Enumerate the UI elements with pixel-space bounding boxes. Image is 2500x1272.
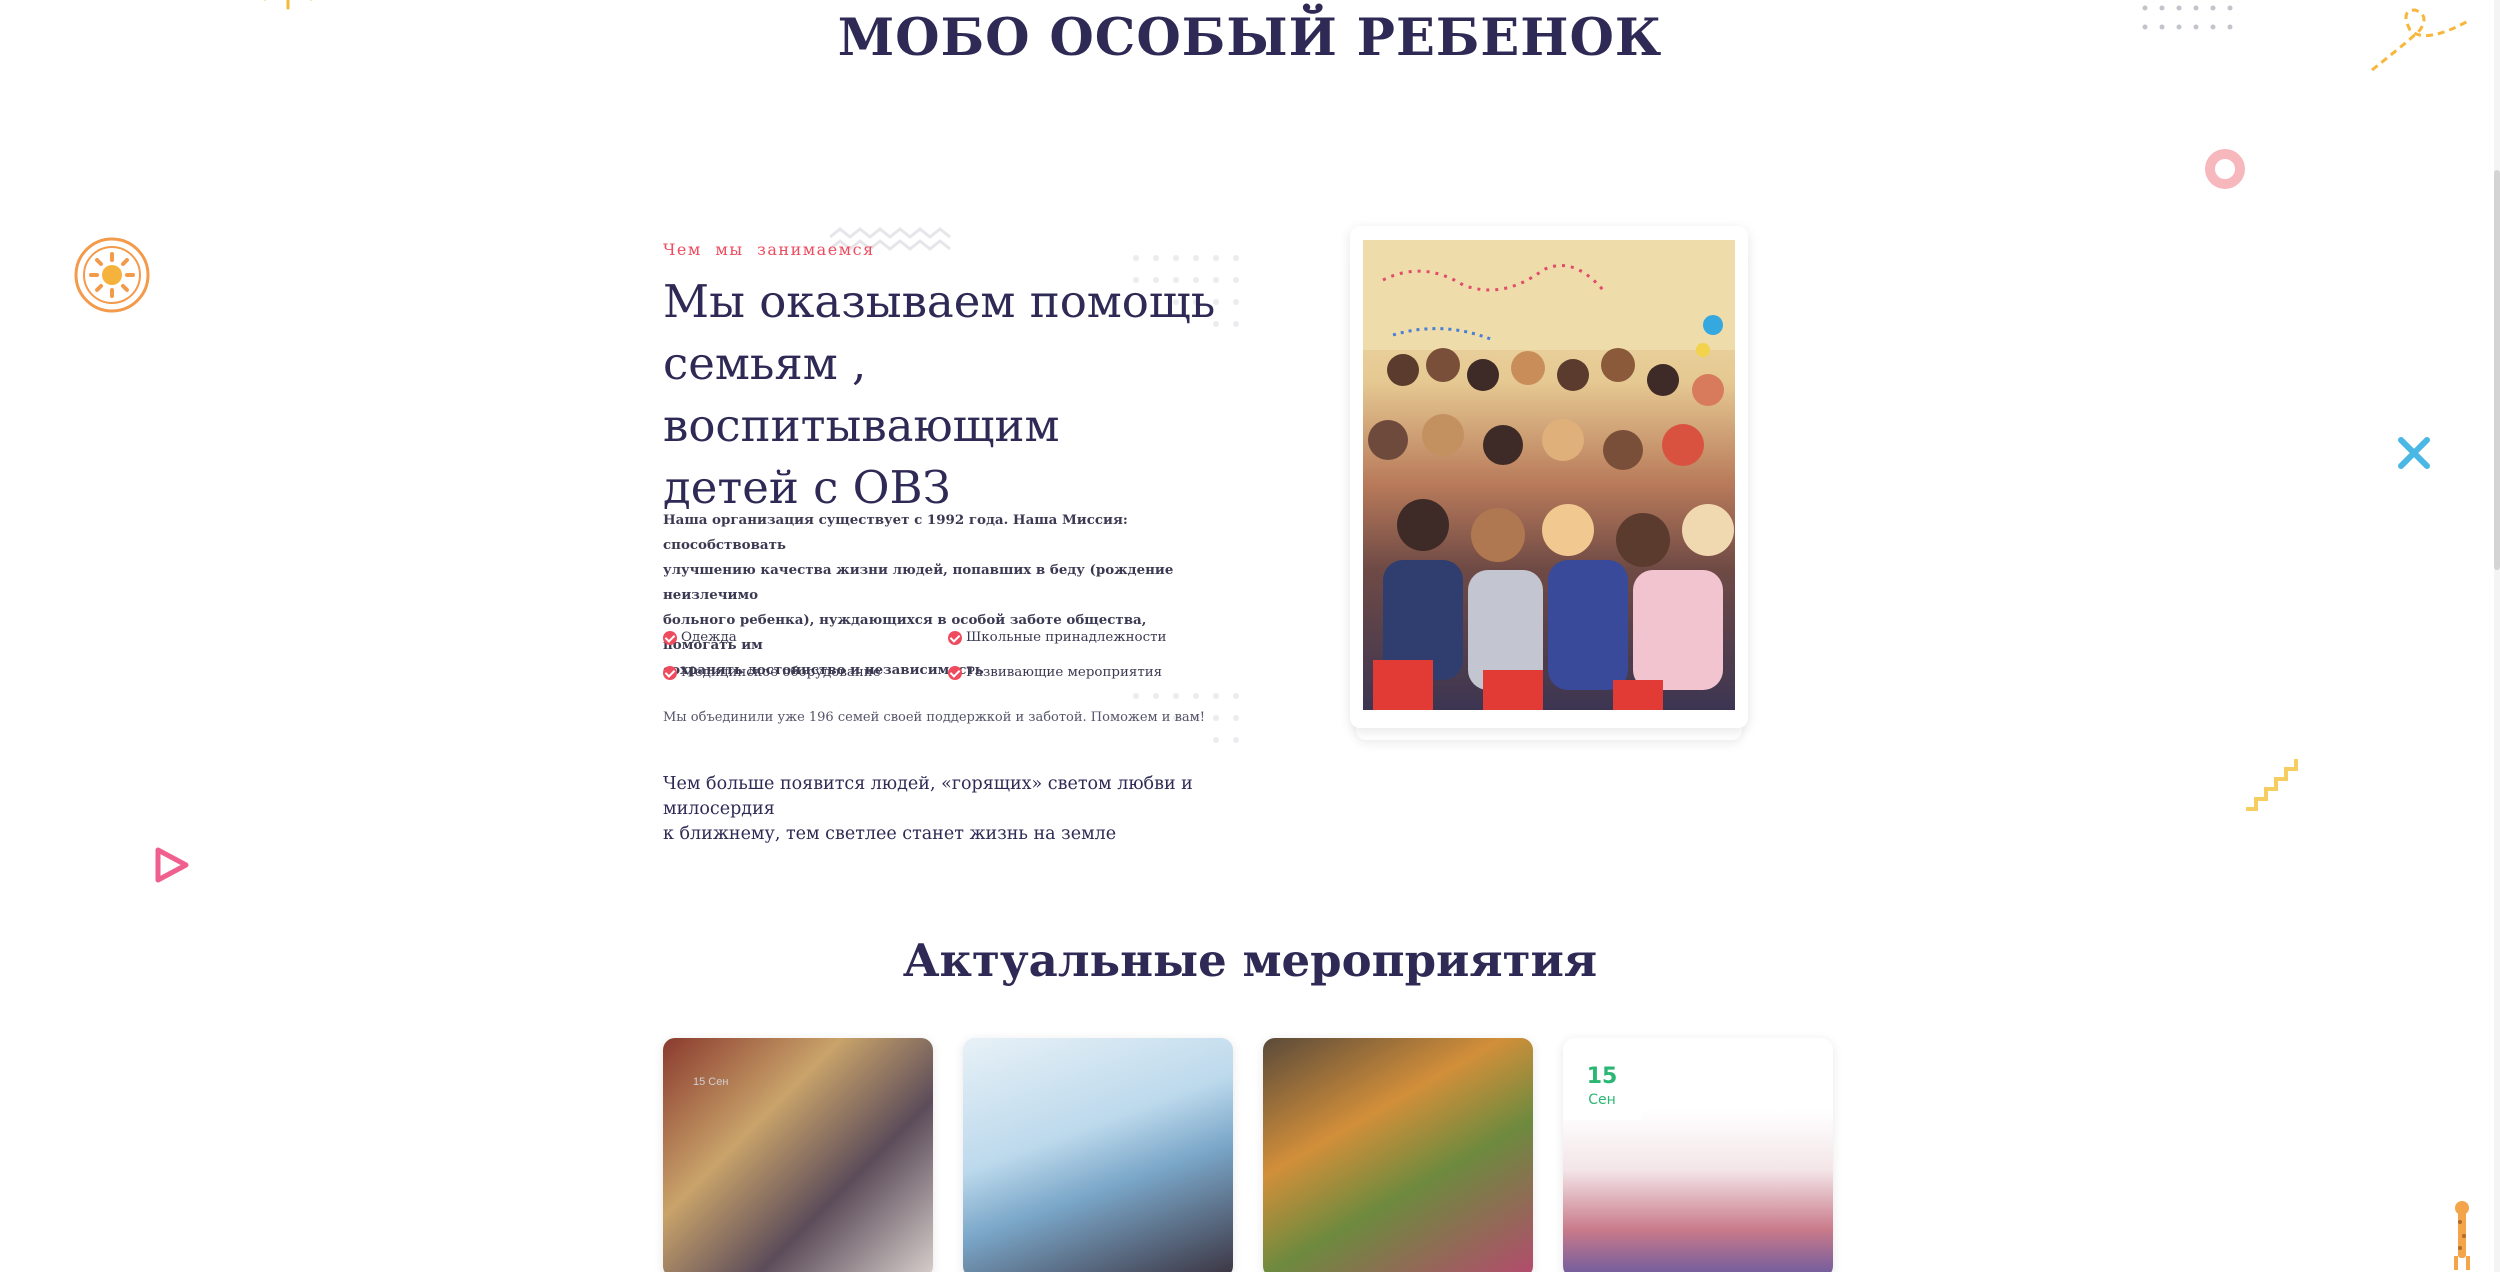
quote-line: Чем больше появится людей, «горящих» све… bbox=[663, 774, 1193, 819]
about-heading-line: Мы оказываем помощь bbox=[663, 275, 1216, 328]
mission-line: Наша организация существует с 1992 года.… bbox=[663, 512, 1128, 553]
children-audience-photo bbox=[1363, 240, 1735, 710]
events-title: Актуальные мероприятия bbox=[902, 934, 1598, 987]
event-photo-caption: 15 Сен bbox=[693, 1076, 729, 1088]
event-date-badge: 15 Сен bbox=[1563, 1060, 1641, 1120]
event-card[interactable] bbox=[1263, 1038, 1533, 1272]
zigzag-icon bbox=[2246, 759, 2298, 811]
about-heading-line: семьям , воспитывающим bbox=[663, 337, 1060, 452]
feature-label: Одежда bbox=[681, 630, 737, 645]
section-eyebrow: Чем мы занимаемся bbox=[663, 240, 875, 259]
dot-pattern-bottom-icon bbox=[1133, 693, 1239, 743]
support-text: Мы объединили уже 196 семей своей поддер… bbox=[663, 710, 1205, 725]
check-icon bbox=[948, 630, 962, 645]
event-date-day: 15 bbox=[1586, 1064, 1618, 1089]
feature-label: Развивающие мероприятия bbox=[966, 665, 1163, 680]
giraffe-icon[interactable] bbox=[2448, 1198, 2478, 1272]
event-card[interactable]: 15 Сен bbox=[663, 1038, 933, 1272]
quote-line: к ближнему, тем светлее станет жизнь на … bbox=[663, 824, 1117, 844]
photo-illustration bbox=[1363, 240, 1735, 710]
feature-item: Медицинское оборудование bbox=[663, 665, 881, 680]
about-heading-line: детей с ОВЗ bbox=[663, 461, 951, 514]
mission-text: Наша организация существует с 1992 года.… bbox=[663, 508, 1223, 683]
feature-item: Развивающие мероприятия bbox=[948, 665, 1162, 680]
check-icon bbox=[663, 665, 677, 680]
feature-item: Школьные принадлежности bbox=[948, 630, 1166, 645]
triangle-icon bbox=[155, 847, 189, 883]
event-date-month: Сен bbox=[1588, 1092, 1616, 1108]
plus-icon bbox=[2398, 437, 2430, 469]
page-scrollbar[interactable] bbox=[2494, 0, 2500, 1272]
event-card[interactable]: 15 Сен bbox=[1563, 1038, 1833, 1272]
check-icon bbox=[663, 630, 677, 645]
about-section: Чем мы занимаемся Мы оказываем помощь се… bbox=[663, 240, 1263, 844]
quote-text: Чем больше появится людей, «горящих» све… bbox=[663, 772, 1243, 847]
check-icon bbox=[948, 665, 962, 680]
mission-line: улучшению качества жизни людей, попавших… bbox=[663, 562, 1174, 603]
feature-label: Медицинское оборудование bbox=[681, 665, 881, 680]
scrollbar-thumb[interactable] bbox=[2494, 170, 2500, 570]
site-title: МОБО ОСОБЫЙ РЕБЕНОК bbox=[837, 8, 1663, 68]
photo-card bbox=[1350, 226, 1748, 728]
gear-sun-icon bbox=[74, 237, 150, 313]
feature-item: Одежда bbox=[663, 630, 737, 645]
feature-label: Школьные принадлежности bbox=[966, 630, 1167, 645]
ring-icon bbox=[2205, 149, 2245, 189]
event-card[interactable] bbox=[963, 1038, 1233, 1272]
about-heading: Мы оказываем помощь семьям , воспитывающ… bbox=[663, 271, 1263, 519]
